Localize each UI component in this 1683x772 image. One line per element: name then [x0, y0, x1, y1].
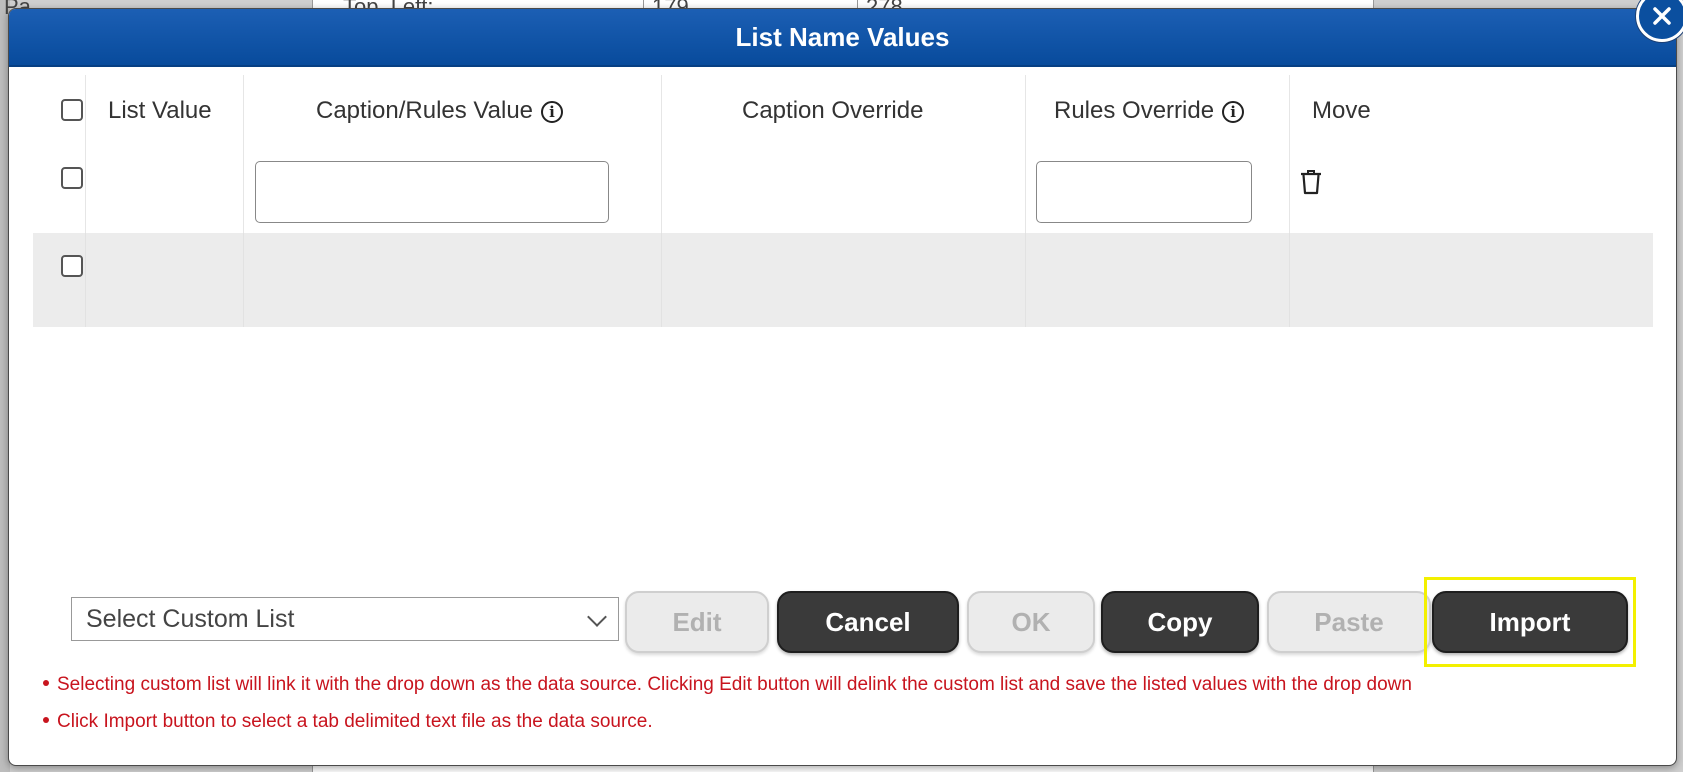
edit-button[interactable]: Edit — [625, 591, 769, 653]
column-header-rules-override: Rules Override i — [1054, 97, 1245, 125]
row-checkbox[interactable] — [61, 255, 83, 277]
list-value-cell — [85, 149, 244, 233]
caption-override-cell — [661, 149, 1026, 233]
column-header-caption-override: Caption Override — [742, 97, 924, 124]
note-custom-list: Selecting custom list will link it with … — [43, 674, 1412, 696]
dialog-title: List Name Values — [735, 21, 950, 52]
copy-button[interactable]: Copy — [1101, 591, 1259, 653]
chevron-down-icon — [587, 607, 607, 627]
note-text: Selecting custom list will link it with … — [57, 674, 1412, 695]
table-header-row: List Value Caption/Rules Value i Caption … — [33, 75, 1653, 149]
trash-icon[interactable] — [1300, 169, 1322, 200]
rules-override-input[interactable] — [1036, 161, 1252, 223]
caption-override-cell — [661, 233, 1026, 327]
info-icon[interactable]: i — [541, 101, 564, 123]
caption-rules-value-cell — [243, 233, 662, 327]
note-import: Click Import button to select a tab deli… — [43, 711, 653, 733]
select-all-checkbox[interactable] — [61, 99, 83, 121]
column-header-label: Rules Override — [1054, 97, 1215, 124]
move-cell — [1289, 233, 1654, 327]
info-icon[interactable]: i — [1222, 101, 1245, 123]
column-header-label: Caption/Rules Value — [316, 97, 534, 124]
cancel-button[interactable]: Cancel — [777, 591, 959, 653]
bullet-icon — [43, 717, 49, 723]
custom-list-selected-value: Select Custom List — [86, 605, 295, 633]
row-checkbox[interactable] — [61, 167, 83, 189]
table-row — [33, 233, 1653, 327]
ok-button[interactable]: OK — [967, 591, 1095, 653]
column-header-move: Move — [1312, 97, 1371, 124]
list-values-table: List Value Caption/Rules Value i Caption … — [33, 75, 1653, 327]
import-button[interactable]: Import — [1432, 591, 1628, 653]
column-header-list-value: List Value — [108, 97, 212, 124]
paste-button[interactable]: Paste — [1267, 591, 1431, 653]
rules-override-cell — [1025, 233, 1290, 327]
caption-rules-value-input[interactable] — [255, 161, 609, 223]
note-text: Click Import button to select a tab deli… — [57, 711, 653, 732]
bullet-icon — [43, 680, 49, 686]
dialog-header: List Name Values — [9, 9, 1676, 67]
list-name-values-dialog: List Name Values List Value Caption/Rule… — [8, 8, 1677, 766]
custom-list-select[interactable]: Select Custom List — [71, 597, 619, 641]
table-row — [33, 149, 1653, 233]
column-header-caption-rules-value: Caption/Rules Value i — [316, 97, 564, 125]
list-value-cell — [85, 233, 244, 327]
